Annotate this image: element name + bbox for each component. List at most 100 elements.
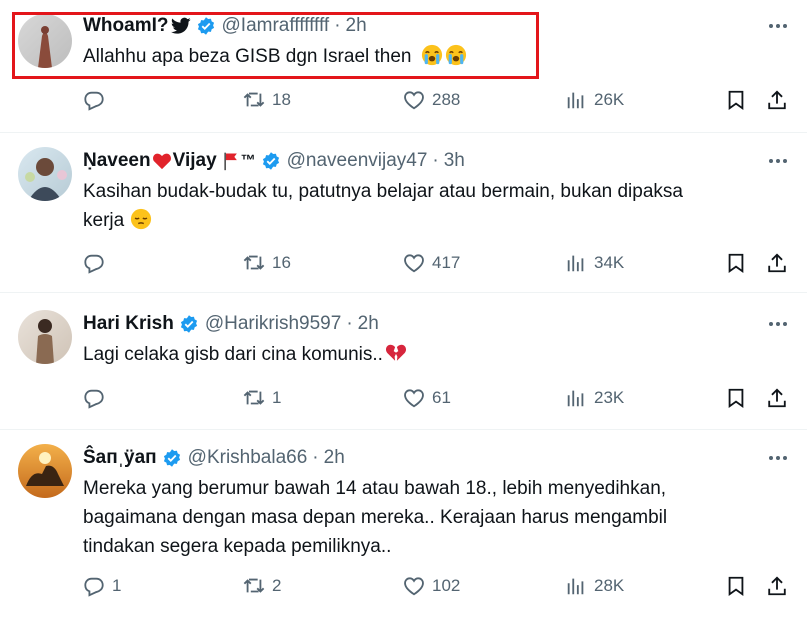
like-count: 417 [432,253,461,272]
bookmark-icon [725,575,747,597]
share-icon [766,89,788,111]
tweet-2[interactable]: Ṇaveen Vijay ™ @naveenvijay47 · 3h Kasih… [0,133,807,291]
retweet-button[interactable]: 1 [243,384,281,412]
tweet-text: Kasihan budak-budak tu, patutnya belajar… [83,177,783,235]
views-button[interactable]: 34K [565,249,624,277]
tweet-header: Ṇaveen Vijay ™ @naveenvijay47 · 3h [83,149,465,173]
retweet-icon [243,252,265,274]
display-name[interactable]: Ŝaпˌÿaп [83,446,157,470]
heart-emoji [152,153,171,170]
verified-icon [261,151,281,171]
like-button[interactable]: 288 [403,86,460,114]
retweet-button[interactable]: 16 [243,249,291,277]
reply-button[interactable] [83,384,112,412]
timestamp[interactable]: 2h [358,312,379,336]
tweet-actions: 1 61 23K [83,384,793,412]
tweet-actions: 18 288 26K [83,86,793,114]
views-icon [565,387,587,409]
reply-icon [83,89,105,111]
retweet-count: 1 [272,388,282,407]
avatar[interactable] [18,147,72,201]
tweet-text-line: bagaimana dengan masa depan mereka.. Ker… [83,507,668,528]
timestamp[interactable]: 2h [324,446,345,470]
timestamp[interactable]: 3h [444,149,465,173]
pensive-face-emoji [130,208,152,230]
bookmark-icon [725,387,747,409]
retweet-count: 2 [272,576,282,595]
more-icon[interactable] [766,149,790,173]
tweet-text-line: kerja [83,210,125,231]
tweet-text-line: Kasihan budak-budak tu, patutnya belajar… [83,181,683,202]
retweet-button[interactable]: 18 [243,86,291,114]
reply-icon [83,252,105,274]
trademark-symbol: ™ [240,152,256,169]
tweet-text: Lagi celaka gisb dari cina komunis.. [83,340,783,369]
bookmark-button[interactable] [725,384,747,412]
display-name[interactable]: Ṇaveen [83,149,151,173]
share-icon [766,387,788,409]
reply-count: 1 [112,576,122,595]
like-count: 61 [432,388,451,407]
bookmark-button[interactable] [725,572,747,600]
tweet-header: Hari Krish @Harikrish9597 · 2h [83,312,379,336]
tweet-header: Ŝaпˌÿaп @Krishbala66 · 2h [83,446,345,470]
retweet-icon [243,89,265,111]
more-icon[interactable] [766,446,790,470]
retweet-icon [243,387,265,409]
like-button[interactable]: 417 [403,249,460,277]
tweet-1[interactable]: WhoamI? @Iamraffffffff · 2h Allahhu apa … [0,0,807,132]
display-name-suffix[interactable]: Vijay [173,149,217,173]
separator-dot: · [312,447,319,468]
more-icon[interactable] [766,14,790,38]
tweet-actions: 1 2 102 28K [83,572,793,600]
views-count: 28K [594,576,625,595]
like-icon [403,89,425,111]
verified-icon [179,314,199,334]
views-count: 23K [594,388,625,407]
verified-icon [162,448,182,468]
tweet-3[interactable]: Hari Krish @Harikrish9597 · 2h Lagi cela… [0,293,807,429]
avatar[interactable] [18,310,72,364]
reply-icon [83,575,105,597]
handle[interactable]: @Harikrish9597 [205,312,342,336]
share-button[interactable] [766,572,788,600]
display-name[interactable]: Hari Krish [83,312,174,336]
like-count: 102 [432,576,461,595]
views-icon [565,89,587,111]
reply-button[interactable] [83,86,112,114]
share-icon [766,575,788,597]
like-icon [403,387,425,409]
views-icon [565,575,587,597]
views-count: 34K [594,253,625,272]
retweet-icon [243,575,265,597]
separator-dot: · [432,150,439,171]
tweet-actions: 16 417 34K [83,249,793,277]
views-button[interactable]: 26K [565,86,624,114]
handle[interactable]: @naveenvijay47 [287,149,428,173]
share-button[interactable] [766,384,788,412]
red-flag-emoji [223,152,237,171]
views-count: 26K [594,90,625,109]
like-button[interactable]: 102 [403,572,460,600]
tweet-text-line: Lagi celaka gisb dari cina komunis.. [83,344,383,365]
retweet-count: 18 [272,90,291,109]
reply-button[interactable] [83,249,112,277]
share-button[interactable] [766,249,788,277]
bookmark-icon [725,89,747,111]
more-icon[interactable] [766,312,790,336]
reply-icon [83,387,105,409]
views-button[interactable]: 23K [565,384,624,412]
tweet-4[interactable]: Ŝaпˌÿaп @Krishbala66 · 2h Mereka yang be… [0,430,807,617]
bookmark-icon [725,252,747,274]
bookmark-button[interactable] [725,249,747,277]
handle[interactable]: @Krishbala66 [188,446,308,470]
avatar[interactable] [18,444,72,498]
views-button[interactable]: 28K [565,572,624,600]
retweet-button[interactable]: 2 [243,572,281,600]
bookmark-button[interactable] [725,86,747,114]
share-button[interactable] [766,86,788,114]
reply-button[interactable]: 1 [83,572,121,600]
like-button[interactable]: 61 [403,384,451,412]
like-count: 288 [432,90,461,109]
separator-dot: · [346,313,353,334]
